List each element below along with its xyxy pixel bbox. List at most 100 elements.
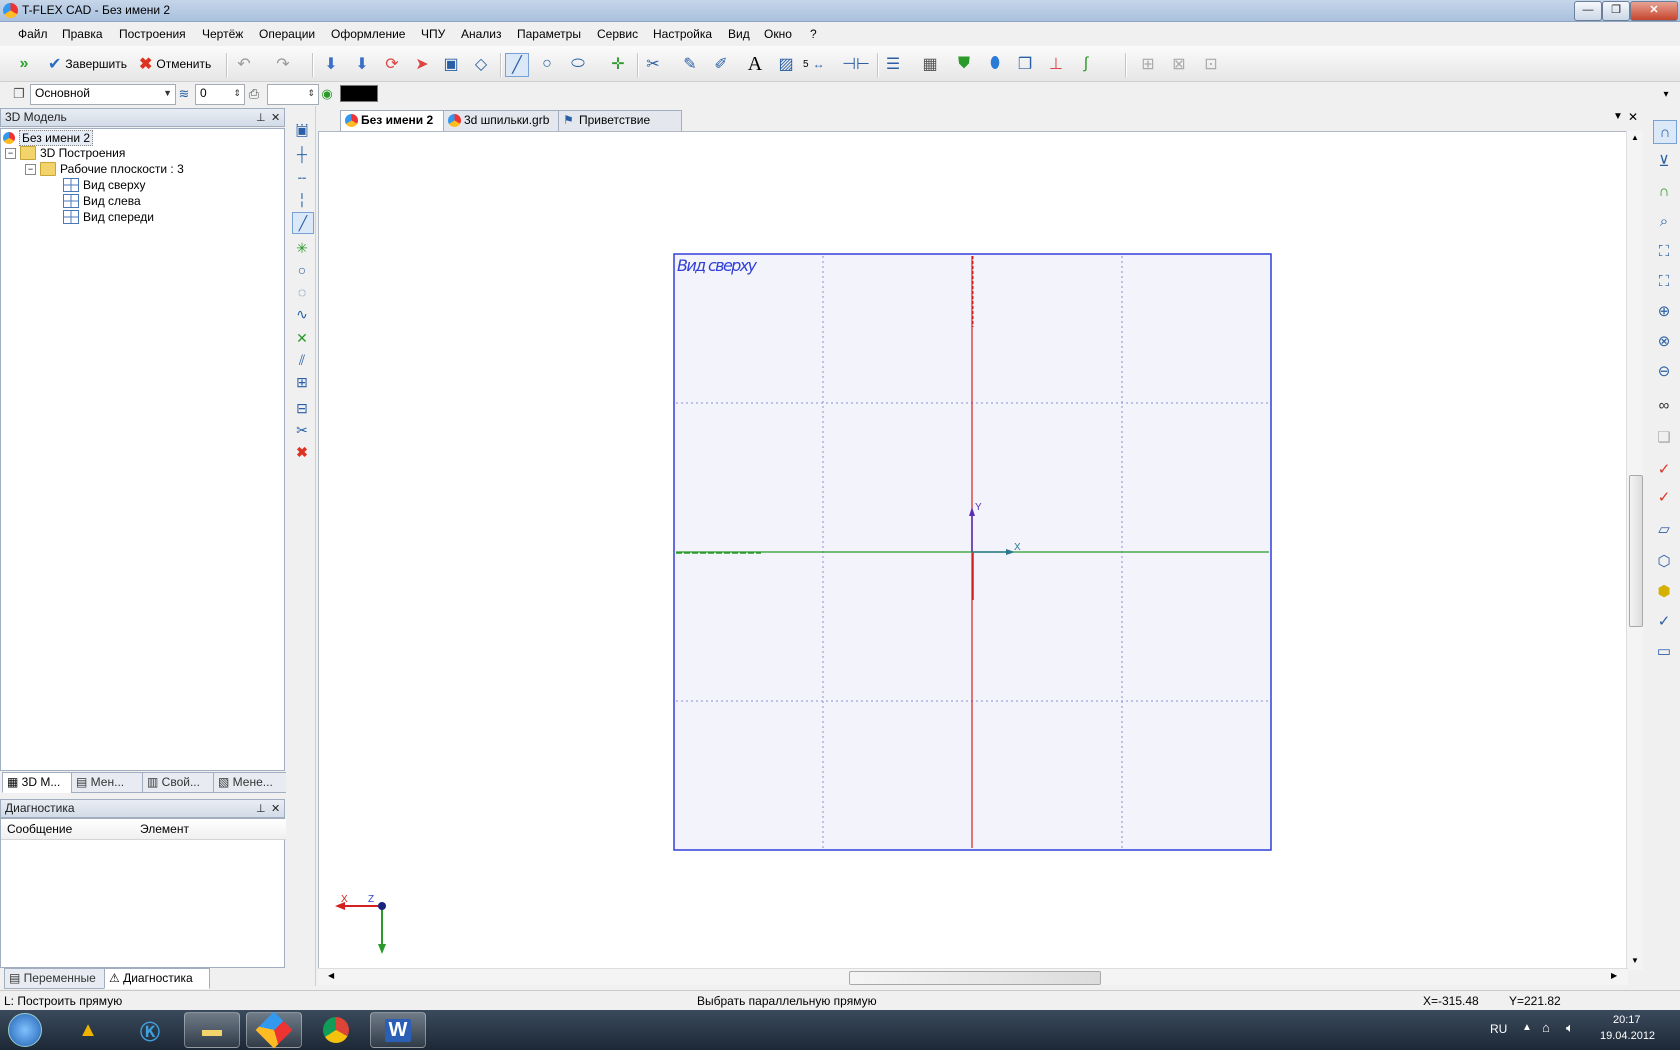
cube-yellow-icon[interactable]: ⬢ bbox=[1653, 580, 1675, 602]
intersect-icon[interactable]: ✕ bbox=[292, 328, 312, 348]
menu-drawing[interactable]: Чертёж bbox=[202, 27, 243, 41]
maximize-button[interactable]: ❐ bbox=[1602, 1, 1630, 21]
menu-help[interactable]: ? bbox=[810, 27, 817, 41]
snap-icon[interactable]: ⊻ bbox=[1653, 150, 1675, 172]
cube-icon[interactable]: ⬡ bbox=[1653, 550, 1675, 572]
tree-item-3d-constructions[interactable]: − 3D Построения bbox=[5, 146, 125, 160]
node-icon[interactable]: ⬇ bbox=[351, 53, 373, 75]
undo-icon[interactable]: ↶ bbox=[233, 53, 255, 75]
tree-item-front-view[interactable]: Вид спереди bbox=[63, 210, 154, 224]
circle-tool-icon[interactable]: ○ bbox=[292, 260, 312, 280]
check-cube-icon[interactable]: ✓ bbox=[1653, 458, 1675, 480]
palette-icon[interactable]: ◉ bbox=[316, 83, 338, 105]
pin-icon-2[interactable]: ⊥ bbox=[256, 801, 266, 818]
menu-construct[interactable]: Построения bbox=[119, 27, 186, 41]
menu-service[interactable]: Сервис bbox=[597, 27, 638, 41]
zoom-out-icon[interactable]: ⊖ bbox=[1653, 360, 1675, 382]
menu-settings[interactable]: Настройка bbox=[653, 27, 712, 41]
glasses-icon[interactable]: ∞ bbox=[1653, 394, 1675, 416]
ellipse-tool-icon[interactable]: ◌ bbox=[292, 282, 312, 302]
window-icon[interactable]: ▣ bbox=[440, 53, 462, 75]
horizontal-scrollbar[interactable]: ◀ ▶ bbox=[318, 968, 1628, 985]
start-button[interactable] bbox=[0, 1012, 50, 1048]
confirm-icon[interactable]: » bbox=[13, 53, 35, 75]
tree-root[interactable]: Без имени 2 bbox=[3, 130, 94, 146]
menu-view[interactable]: Вид bbox=[728, 27, 750, 41]
draw-icon[interactable]: ✐ bbox=[710, 53, 732, 75]
circle-icon[interactable]: ○ bbox=[536, 53, 558, 75]
scroll-right-icon[interactable]: ▶ bbox=[1611, 971, 1617, 980]
line-icon[interactable]: ╱ bbox=[505, 53, 529, 77]
rotate-icon[interactable]: ⟳ bbox=[381, 53, 403, 75]
fit-all-icon[interactable]: ⛶ bbox=[1653, 240, 1675, 262]
tab-variables[interactable]: ▤ Переменные bbox=[4, 968, 112, 989]
dimension-button[interactable]: 5 ↔ bbox=[803, 51, 825, 77]
menu-analysis[interactable]: Анализ bbox=[461, 27, 502, 41]
hatch-icon[interactable]: ▨ bbox=[775, 53, 797, 75]
text-icon[interactable]: A bbox=[744, 53, 766, 75]
pe-icon[interactable]: ▣ bbox=[292, 120, 312, 140]
taskbar-explorer[interactable]: ▬ bbox=[184, 1012, 240, 1048]
menu-edit[interactable]: Правка bbox=[62, 27, 103, 41]
delete-icon[interactable]: ✖ bbox=[292, 442, 312, 462]
scissors-icon[interactable]: ✂ bbox=[292, 420, 312, 440]
taskbar-app-2[interactable]: Ⓚ bbox=[122, 1012, 178, 1048]
viewport-svg[interactable]: Y X Вид сверху X Z bbox=[319, 132, 1624, 969]
finish-button[interactable]: ✔ Завершить bbox=[48, 51, 127, 77]
clock-date[interactable]: 19.04.2012 bbox=[1600, 1030, 1655, 1042]
check-cubes-icon[interactable]: ✓ bbox=[1653, 486, 1675, 508]
tab-diagnostics[interactable]: ⚠ Диагностика bbox=[104, 968, 210, 989]
tolerance-icon[interactable]: ⊣⊢ bbox=[842, 53, 870, 75]
app-icon[interactable] bbox=[3, 3, 18, 18]
column-header-message[interactable]: Сообщение bbox=[1, 819, 141, 840]
volume-icon[interactable]: 🔈︎ bbox=[1566, 1020, 1574, 1036]
zoom-window-icon[interactable]: ⌕ bbox=[1653, 210, 1675, 232]
menu-design[interactable]: Оформление bbox=[331, 27, 405, 41]
fit-page-icon[interactable]: ⛶ bbox=[1653, 270, 1675, 292]
minimize-button[interactable]: — bbox=[1574, 1, 1602, 21]
close-document-icon[interactable]: ✕ bbox=[1628, 110, 1638, 124]
taskbar-chrome[interactable] bbox=[308, 1012, 364, 1048]
fragment-icon[interactable]: ⊞ bbox=[292, 372, 312, 392]
horizontal-scroll-thumb[interactable] bbox=[849, 971, 1101, 985]
language-indicator[interactable]: RU bbox=[1490, 1022, 1507, 1036]
calculator-icon[interactable]: ▦ bbox=[919, 53, 941, 75]
drawing-canvas[interactable]: Y X Вид сверху X Z bbox=[318, 131, 1643, 970]
group-icon[interactable]: ⊟ bbox=[292, 398, 312, 418]
arrow-icon[interactable]: ➤ bbox=[411, 53, 433, 75]
collapse-icon-2[interactable]: − bbox=[25, 163, 36, 175]
sketch-icon[interactable]: ✎ bbox=[679, 53, 701, 75]
scroll-down-icon[interactable]: ▼ bbox=[1631, 956, 1639, 965]
shield-icon[interactable]: ⛊ bbox=[953, 53, 975, 75]
close-panel-icon-2[interactable]: ✕ bbox=[271, 801, 280, 818]
color-swatch[interactable] bbox=[340, 85, 378, 102]
vertical-line-icon[interactable]: ╎ bbox=[292, 190, 312, 210]
tab-manager[interactable]: ▧ Мене... bbox=[213, 772, 293, 793]
check-blue-icon[interactable]: ✓ bbox=[1653, 610, 1675, 632]
close-button[interactable]: ✕ bbox=[1630, 1, 1678, 21]
collapse-icon[interactable]: − bbox=[5, 147, 16, 159]
layer-select[interactable]: Основной ▼ bbox=[30, 84, 176, 105]
spline-icon[interactable]: ∫ bbox=[1075, 53, 1097, 75]
table-icon[interactable]: ☰ bbox=[882, 53, 904, 75]
trim-icon[interactable]: ✂ bbox=[642, 53, 664, 75]
menu-window[interactable]: Окно bbox=[764, 27, 792, 41]
tray-expand-icon[interactable]: ▲ bbox=[1522, 1022, 1532, 1033]
node-point-icon[interactable]: ✳ bbox=[292, 238, 312, 258]
taskbar-tflex[interactable] bbox=[246, 1011, 302, 1049]
tab-properties[interactable]: ▥ Свой... bbox=[142, 772, 220, 793]
menu-operations[interactable]: Операции bbox=[259, 27, 315, 41]
print-icon[interactable]: ⎙ bbox=[243, 83, 265, 105]
taskbar-word[interactable]: W bbox=[370, 1012, 426, 1048]
vertical-scrollbar[interactable]: ▲ ▼ bbox=[1626, 131, 1643, 970]
tab-3d-model[interactable]: ▦ 3D М... bbox=[2, 772, 78, 793]
toolbar-options-icon[interactable]: ▾ bbox=[1655, 83, 1677, 105]
tree-item-top-view[interactable]: Вид сверху bbox=[63, 178, 146, 192]
scroll-left-icon[interactable]: ◀ bbox=[328, 971, 334, 980]
tree-item-left-view[interactable]: Вид слева bbox=[63, 194, 141, 208]
zoom-icon[interactable]: ⊗ bbox=[1653, 330, 1675, 352]
extrude-icon[interactable]: ⬇ bbox=[320, 53, 342, 75]
connect-icon[interactable]: ⬮ bbox=[984, 53, 1006, 75]
magnet-icon[interactable]: ∩ bbox=[1653, 120, 1677, 144]
assembly-icon[interactable]: ❒ bbox=[1014, 53, 1036, 75]
